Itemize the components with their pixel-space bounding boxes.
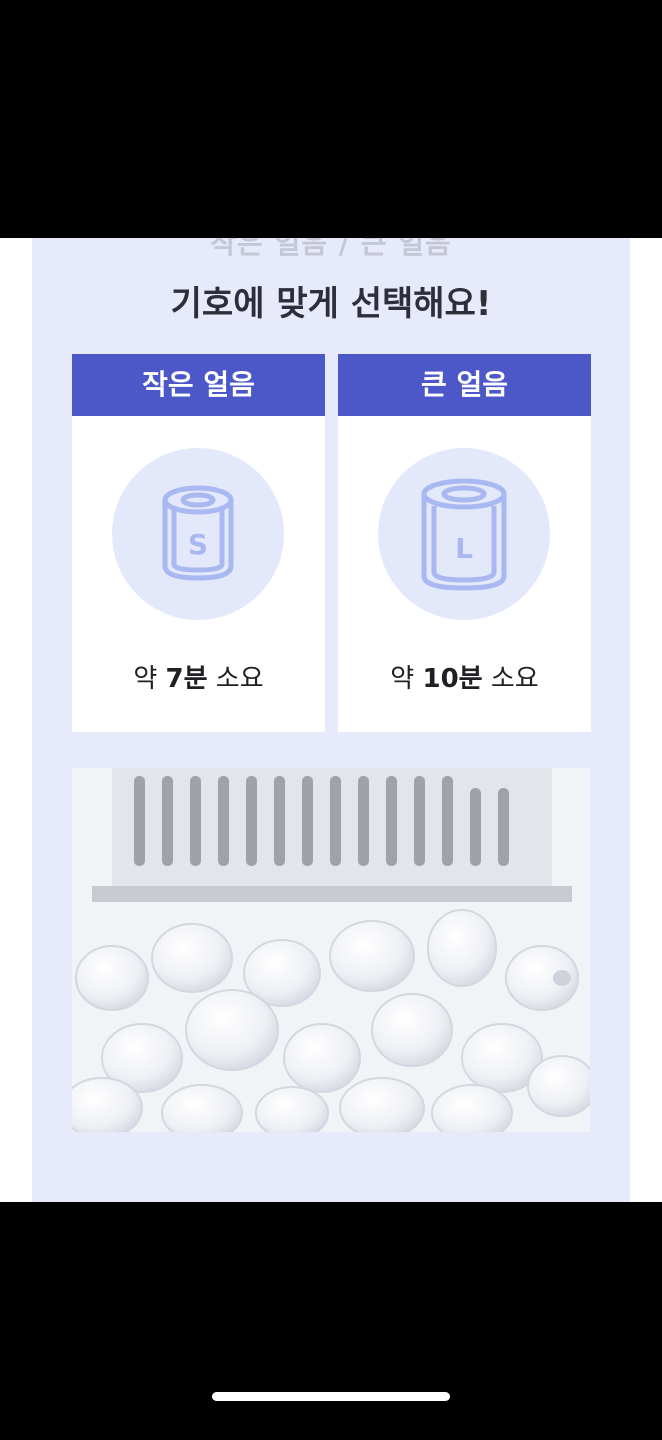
small-ice-letter: S [188, 528, 208, 561]
home-indicator[interactable] [212, 1392, 450, 1401]
large-ice-cylinder-icon: L [421, 478, 507, 591]
small-ice-icon-circle: S [112, 448, 284, 620]
small-ice-card-title: 작은 얼음 [72, 354, 325, 416]
large-ice-icon-circle: L [378, 448, 550, 620]
image-viewer: 작은 얼음 / 큰 얼음 기호에 맞게 선택해요! 작은 얼음 S 약 7분 소… [0, 0, 662, 1440]
large-ice-letter: L [455, 532, 473, 565]
small-ice-card: 작은 얼음 S 약 7분 소요 [72, 354, 325, 732]
main-heading: 기호에 맞게 선택해요! [170, 284, 492, 324]
large-ice-card: 큰 얼음 L 약 10분 소요 [338, 354, 591, 732]
small-ice-cylinder-icon: S [162, 485, 234, 581]
large-ice-card-title: 큰 얼음 [338, 354, 591, 416]
cut-off-heading: 작은 얼음 / 큰 얼음 [210, 238, 452, 260]
small-ice-time: 약 7분 소요 [133, 664, 264, 694]
product-detail-image[interactable]: 작은 얼음 / 큰 얼음 기호에 맞게 선택해요! 작은 얼음 S 약 7분 소… [0, 238, 662, 1202]
content-panel: 작은 얼음 / 큰 얼음 기호에 맞게 선택해요! 작은 얼음 S 약 7분 소… [32, 238, 630, 1202]
large-ice-time: 약 10분 소요 [390, 664, 539, 694]
ice-basket-photo [72, 768, 590, 1132]
